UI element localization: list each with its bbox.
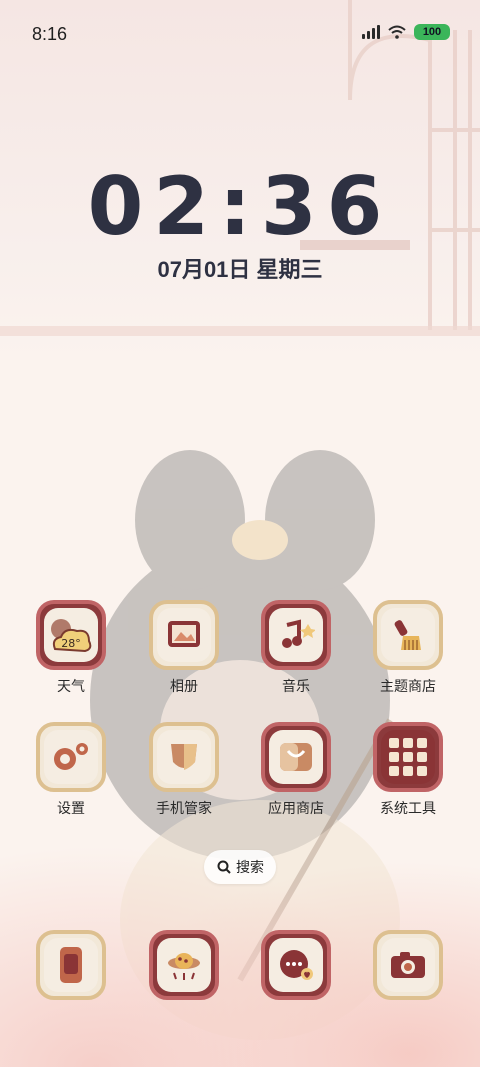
phone-icon: [36, 930, 106, 1000]
app-store-icon: [261, 722, 331, 792]
messages-icon: [261, 930, 331, 1000]
app-gallery-label: 相册: [170, 678, 198, 694]
settings-icon: [36, 722, 106, 792]
app-theme-store-label: 主题商店: [380, 678, 436, 694]
music-icon: [261, 600, 331, 670]
search-icon: [217, 860, 231, 874]
app-theme-store[interactable]: 主题商店: [358, 600, 458, 696]
theme-store-icon: [373, 600, 443, 670]
app-weather-label: 天气: [57, 678, 85, 694]
dock-browser[interactable]: [134, 930, 234, 1000]
app-settings[interactable]: 设置: [21, 722, 121, 818]
status-bar: 8:16 100: [0, 0, 480, 70]
app-music-label: 音乐: [282, 678, 310, 694]
search-label: 搜索: [236, 859, 264, 875]
phone-manager-icon: [149, 722, 219, 792]
app-phone-manager[interactable]: 手机管家: [134, 722, 234, 818]
browser-icon: [149, 930, 219, 1000]
dock-phone[interactable]: [21, 930, 121, 1000]
weather-icon: 28°: [36, 600, 106, 670]
weather-temp: 28°: [61, 637, 81, 650]
search-button[interactable]: 搜索: [204, 850, 276, 884]
dock-camera[interactable]: [358, 930, 458, 1000]
camera-icon: [373, 930, 443, 1000]
status-time: 8:16: [32, 24, 68, 44]
status-icons: 100: [362, 24, 450, 40]
dock-messages[interactable]: [246, 930, 346, 1000]
app-gallery[interactable]: 相册: [134, 600, 234, 696]
wifi-icon: [388, 25, 406, 39]
app-music[interactable]: 音乐: [246, 600, 346, 696]
signal-icon: [362, 25, 380, 39]
app-system-tools[interactable]: 系统工具: [358, 722, 458, 818]
app-weather[interactable]: 28° 天气: [21, 600, 121, 696]
app-settings-label: 设置: [57, 800, 85, 816]
clock-time[interactable]: 02:36: [0, 160, 480, 253]
battery-icon: 100: [414, 24, 450, 40]
app-system-tools-label: 系统工具: [380, 800, 436, 816]
system-tools-icon: [373, 722, 443, 792]
app-app-store-label: 应用商店: [268, 800, 324, 816]
clock-date[interactable]: 07月01日 星期三: [0, 252, 480, 284]
app-app-store[interactable]: 应用商店: [246, 722, 346, 818]
gallery-icon: [149, 600, 219, 670]
app-phone-manager-label: 手机管家: [156, 800, 212, 816]
